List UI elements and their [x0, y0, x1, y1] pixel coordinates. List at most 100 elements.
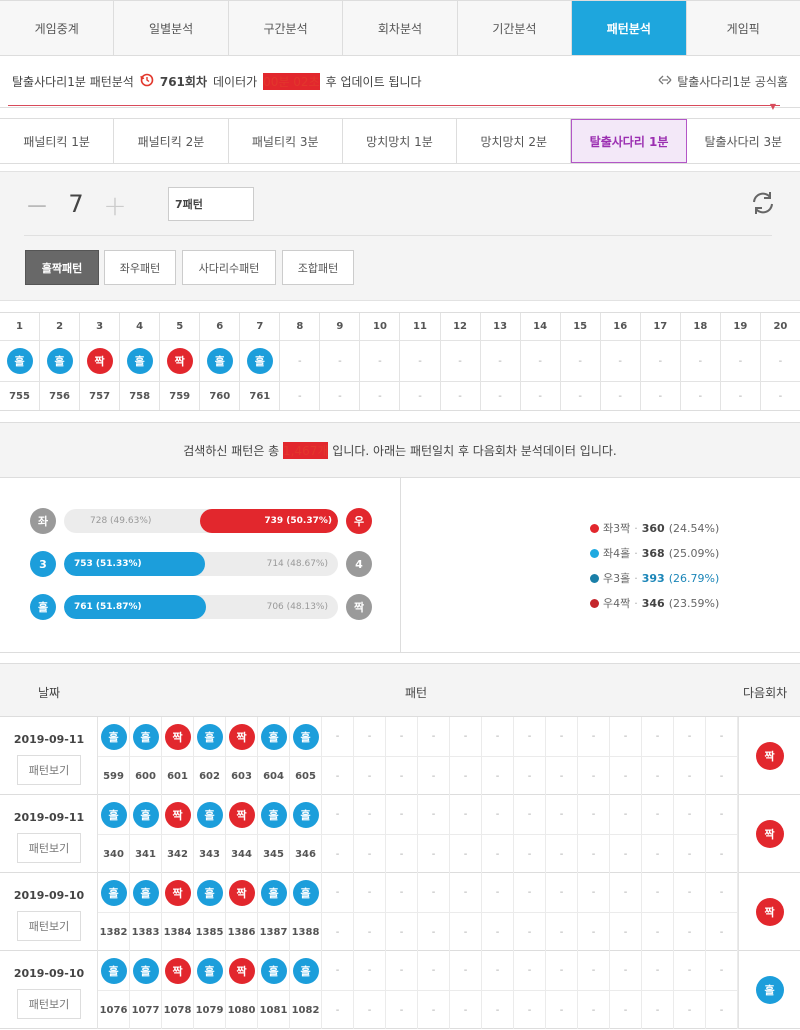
top-tab-4[interactable]: 회차분석 [343, 1, 458, 55]
summary-post: 입니다. 아래는 패턴일치 후 다음회차 분석데이터 입니다. [332, 443, 617, 458]
grid-round-number: 755 [9, 390, 30, 402]
combo-stat: 좌4홀 · 368 (25.09%) [590, 545, 719, 561]
pattern-cell: -- [418, 873, 450, 951]
pattern-round-number: 1080 [227, 1004, 256, 1016]
top-tab-7[interactable]: 게임픽 [687, 1, 800, 55]
grid-column: 5 짝 759 [160, 313, 201, 410]
pattern-cell: -- [674, 795, 706, 873]
pattern-round-number: 1078 [163, 1004, 192, 1016]
pattern-cell: -- [354, 717, 386, 795]
progress-line [8, 105, 780, 106]
game-tab-6[interactable]: 탈출사다리 1분 [571, 119, 687, 163]
header-next: 다음회차 [743, 686, 788, 700]
empty-cell: - [559, 809, 564, 820]
view-pattern-button[interactable]: 패턴보기 [17, 911, 81, 941]
combo-dot [590, 523, 599, 533]
game-tab-2[interactable]: 패널티킥 2분 [114, 119, 229, 163]
grid-header: 9 [320, 313, 360, 341]
pattern-cells: 홀 599 홀 600 짝 601 홀 602 짝 603 홀 604 홀 605- - - - - - - - - - - -… [98, 717, 738, 795]
stat-bar-row: 3 753 (51.33%) 714 (48.67%) 4 [30, 551, 372, 577]
pattern-cell: 홀 605 [290, 717, 322, 795]
top-tab-6[interactable]: 패턴분석 [572, 1, 687, 55]
pattern-cell: -- [354, 951, 386, 1029]
official-home-link[interactable]: 탈출사다리1분 공식홈 [658, 73, 788, 90]
results-header: 날짜 패턴 다음회차 [0, 663, 800, 717]
pattern-cell: -- [386, 951, 418, 1029]
game-tab-7[interactable]: 탈출사다리 3분 [687, 119, 800, 163]
refresh-icon[interactable] [750, 190, 776, 216]
empty-cell: - [559, 731, 564, 742]
grid-column: 12- - [440, 313, 481, 410]
pattern-type-button[interactable]: 좌우패턴 [104, 250, 176, 285]
grid-header: 17 [640, 313, 680, 341]
pattern-ball: 홀 [260, 957, 287, 984]
pattern-type-button[interactable]: 홀짝패턴 [25, 250, 99, 285]
top-tab-2[interactable]: 일별분석 [114, 1, 229, 55]
pattern-cell: -- [642, 795, 674, 873]
top-tab-1[interactable]: 게임중계 [0, 1, 115, 55]
empty-cell: - [495, 848, 500, 860]
top-tab-5[interactable]: 기간분석 [458, 1, 573, 55]
pattern-round-number: 341 [135, 848, 156, 860]
empty-cell: - [559, 926, 564, 938]
empty-cell: - [591, 731, 596, 742]
empty-cell: - [335, 887, 340, 898]
empty-cell: - [687, 770, 692, 782]
pattern-length-input[interactable] [168, 187, 254, 221]
grid-header: 10 [360, 313, 400, 341]
pattern-cell: 홀 346 [290, 795, 322, 873]
pattern-type-button[interactable]: 사다리수패턴 [182, 250, 276, 285]
grid-round-number: - [418, 390, 422, 402]
grid-column: 18- - [680, 313, 721, 410]
game-tab-5[interactable]: 망치망치 2분 [457, 119, 572, 163]
grid-result-cell: - [680, 341, 720, 383]
view-pattern-button[interactable]: 패턴보기 [17, 989, 81, 1019]
pattern-ball: 홀 [260, 723, 287, 750]
stat-bar-row: 좌 728 (49.63%) 739 (50.37%) 우 [30, 508, 372, 534]
empty-cell: - [559, 770, 564, 782]
pattern-cell: -- [610, 951, 642, 1029]
stat-left-value: 728 (49.63%) [90, 516, 152, 526]
empty-cell: - [367, 1004, 372, 1016]
empty-cell: - [463, 848, 468, 860]
empty-cell: - [367, 731, 372, 742]
grid-result-cell: - [560, 341, 600, 383]
pattern-cells: 홀 1382 홀 1383 짝 1384 홀 1385 짝 1386 홀 1387 홀 1388- - - - -… [98, 873, 738, 951]
stat-left-value: 761 (51.87%) [74, 602, 142, 612]
empty-cell: - [655, 809, 660, 820]
next-result-cell: 짝 [738, 873, 800, 951]
top-tab-3[interactable]: 구간분석 [229, 1, 344, 55]
increase-button[interactable]: + [102, 189, 128, 222]
next-result-ball: 짝 [755, 898, 784, 926]
combo-separator: · [634, 571, 638, 585]
pattern-cell: -- [514, 795, 546, 873]
stat-right-badge: 4 [346, 551, 372, 577]
decrease-button[interactable]: − [24, 189, 50, 222]
grid-column: 3 짝 757 [80, 313, 121, 410]
pattern-cell: -- [610, 873, 642, 951]
pattern-cell: -- [322, 951, 354, 1029]
next-result-cell: 짝 [738, 795, 800, 873]
grid-result-cell: 짝 [160, 341, 200, 383]
view-pattern-button[interactable]: 패턴보기 [17, 833, 81, 863]
stat-left-badge: 3 [30, 551, 56, 577]
pattern-round-number: 1387 [259, 926, 288, 938]
grid-column: 8-- [280, 313, 321, 410]
pattern-cell: 짝 1386 [226, 873, 258, 951]
combo-dot [590, 573, 599, 583]
view-pattern-button[interactable]: 패턴보기 [17, 755, 81, 785]
game-tab-1[interactable]: 패널티킥 1분 [0, 119, 115, 163]
pattern-cell: -- [482, 795, 514, 873]
pattern-round-number: 345 [263, 848, 284, 860]
game-tab-3[interactable]: 패널티킥 3분 [229, 119, 343, 163]
pattern-round-number: 604 [263, 770, 284, 782]
grid-result-cell: 홀 [200, 341, 240, 383]
search-summary: 검색하신 패턴은 총 1,467개 입니다. 아래는 패턴일치 후 다음회차 분… [0, 422, 800, 478]
pattern-ball: 홀 [292, 723, 319, 750]
pattern-ball: 짝 [164, 801, 191, 828]
pattern-type-button[interactable]: 조합패턴 [282, 250, 354, 285]
empty-cell: - [367, 887, 372, 898]
game-tab-4[interactable]: 망치망치 1분 [343, 119, 458, 163]
pattern-cell: 짝 601 [162, 717, 194, 795]
pattern-cell: -- [418, 717, 450, 795]
